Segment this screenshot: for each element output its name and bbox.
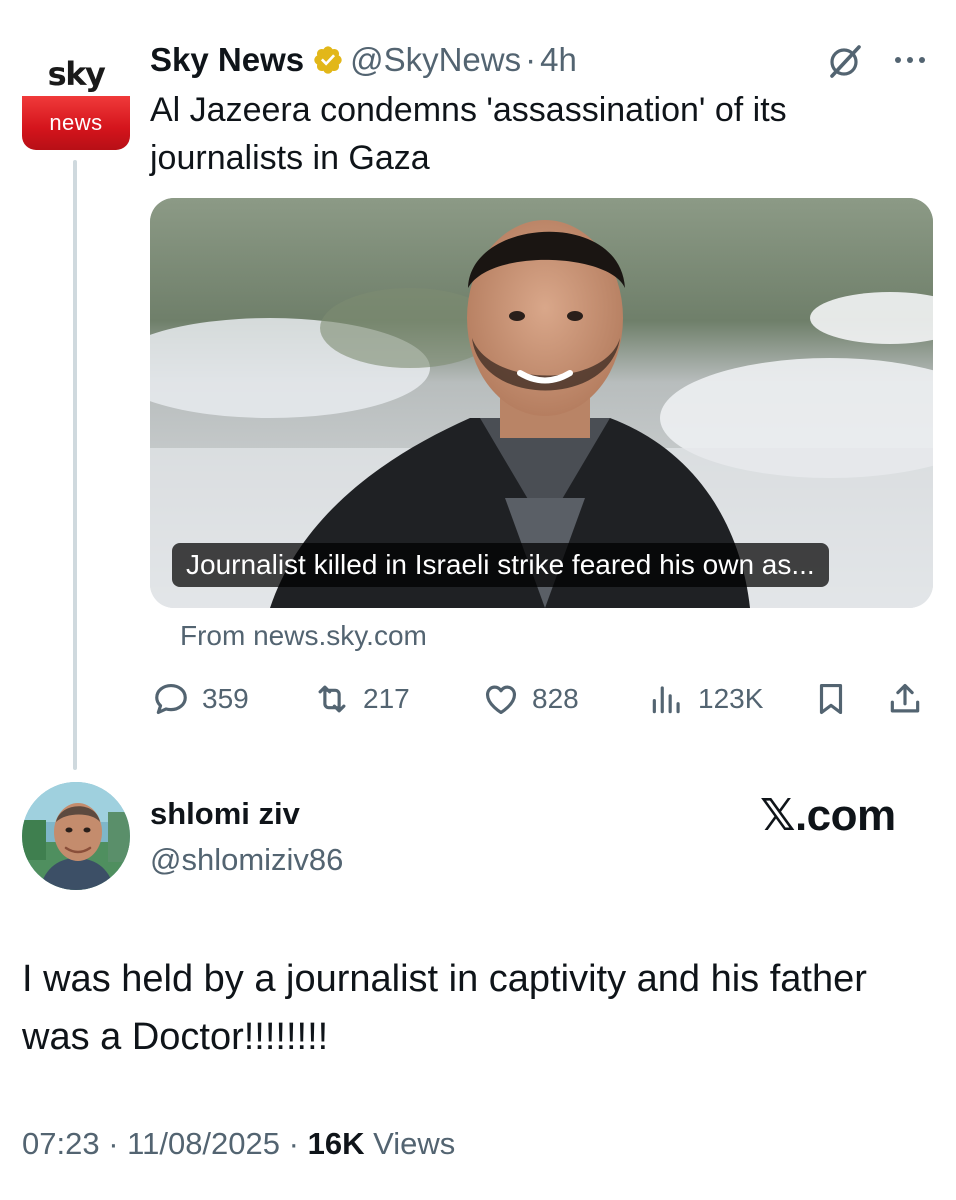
x-brand-watermark: 𝕏.com [760, 791, 896, 840]
share-button[interactable] [886, 672, 924, 726]
thread-line [73, 160, 77, 770]
author-handle[interactable]: @SkyNews [350, 41, 521, 79]
like-button[interactable]: 828 [482, 672, 579, 726]
author-name[interactable]: Sky News [150, 41, 304, 79]
sky-logo-text: sky [47, 55, 106, 93]
views-count-bold[interactable]: 16K [308, 1126, 365, 1161]
views-icon [652, 686, 680, 714]
sky-logo-bottom: news [22, 96, 130, 150]
repost-icon [318, 685, 346, 713]
reply-author-handle[interactable]: @shlomiziv86 [150, 842, 343, 878]
separator-dot: · [525, 41, 537, 78]
reply-icon [155, 683, 187, 715]
reply-count: 359 [202, 683, 249, 714]
share-icon [890, 683, 920, 713]
bookmark-icon [819, 683, 843, 715]
views-count: 123K [698, 683, 764, 714]
avatar-photo [22, 782, 130, 890]
bookmark-button[interactable] [812, 672, 850, 726]
news-logo-text: news [49, 110, 103, 135]
more-icon[interactable] [890, 48, 930, 72]
tweet-text: Al Jazeera condemns 'assassination' of i… [150, 91, 787, 177]
views-button[interactable]: 123K [648, 672, 763, 726]
avatar[interactable] [22, 782, 130, 890]
repost-button[interactable]: 217 [313, 672, 410, 726]
tweet-meta: 07:23 · 11/08/2025 · 16K Views [22, 1126, 455, 1162]
reply-author-name[interactable]: shlomi ziv [150, 796, 300, 832]
meta-separator: · [288, 1126, 299, 1161]
parent-tweet[interactable]: sky news Sky News @SkyNews · 4h Al Jazee… [0, 0, 956, 780]
link-card[interactable]: Journalist killed in Israeli strike fear… [150, 198, 933, 608]
verified-badge-icon [314, 46, 342, 74]
tweet-header: Sky News @SkyNews · 4h [150, 38, 577, 82]
grok-icon[interactable] [826, 42, 864, 80]
repost-count: 217 [363, 683, 410, 714]
sky-news-avatar[interactable]: sky news [22, 52, 130, 150]
reply-button[interactable]: 359 [152, 672, 249, 726]
sky-logo-top: sky [22, 52, 130, 96]
reply-tweet-text: I was held by a journalist in captivity … [22, 958, 867, 1058]
tweet-actions: 359 217 828 123K [150, 672, 933, 726]
card-source[interactable]: From news.sky.com [180, 620, 427, 652]
like-icon [485, 685, 517, 715]
tweet-timestamp[interactable]: 07:23 [22, 1126, 100, 1161]
meta-separator: · [108, 1126, 119, 1161]
views-label: Views [373, 1126, 456, 1161]
card-caption[interactable]: Journalist killed in Israeli strike fear… [172, 543, 829, 587]
tweet-date[interactable]: 11/08/2025 [127, 1126, 280, 1161]
tweet-time[interactable]: 4h [540, 41, 577, 79]
like-count: 828 [532, 683, 579, 714]
